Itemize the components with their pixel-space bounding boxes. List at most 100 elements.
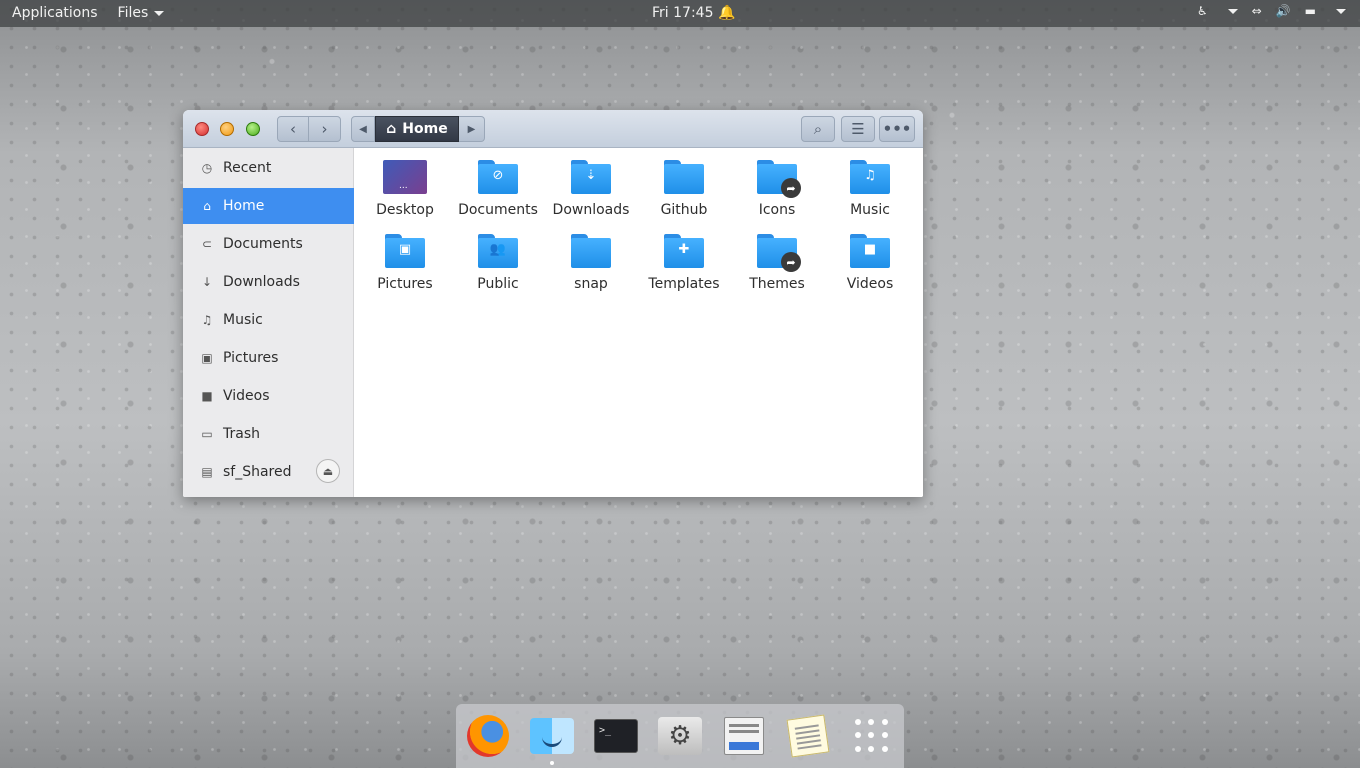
video-icon: ■ — [201, 389, 213, 403]
chevron-right-icon: › — [321, 120, 328, 138]
network-icon[interactable]: ⇔ — [1252, 4, 1262, 18]
dock-item-terminal[interactable]: >_ — [594, 716, 638, 756]
sidebar-item-downloads[interactable]: ↓ Downloads — [183, 264, 354, 300]
clock-icon: ◷ — [201, 161, 213, 175]
header-bar: ‹ › ◀ ⌂ Home ▶ ⌕ ☰ ••• — [183, 110, 923, 148]
sidebar-item-label: Downloads — [223, 274, 300, 290]
templates-folder-icon: ✚ — [664, 234, 704, 268]
sidebar-item-label: sf_Shared — [223, 464, 292, 480]
firefox-icon — [467, 715, 509, 757]
download-icon: ↓ — [201, 275, 213, 289]
minimize-button[interactable] — [220, 122, 234, 136]
pictures-folder-icon: ▣ — [385, 234, 425, 268]
menu-button[interactable]: ••• — [879, 116, 915, 142]
dock-item-notes[interactable] — [786, 714, 830, 758]
sidebar-item-label: Documents — [223, 236, 303, 252]
sidebar-item-home[interactable]: ⌂ Home — [183, 188, 354, 224]
volume-icon[interactable]: 🔊 — [1276, 4, 1291, 18]
file-item-pictures[interactable]: ▣ Pictures — [359, 234, 451, 292]
path-home-button[interactable]: ⌂ Home — [375, 116, 459, 142]
alarm-icon: 🔔 — [717, 5, 736, 21]
videos-folder-icon: ■ — [850, 234, 890, 268]
file-item-documents[interactable]: ⊘ Documents — [452, 160, 544, 218]
sidebar-item-label: Home — [223, 198, 265, 214]
files-app-icon — [530, 718, 574, 754]
folder-icon — [664, 160, 704, 194]
music-icon: ♫ — [201, 313, 213, 327]
symlink-folder-icon: ➦ — [757, 160, 801, 198]
sidebar-item-trash[interactable]: ▭ Trash — [183, 416, 354, 452]
sidebar-item-music[interactable]: ♫ Music — [183, 302, 354, 338]
sidebar-item-label: Pictures — [223, 350, 279, 366]
show-applications-button[interactable] — [850, 716, 894, 756]
maximize-button[interactable] — [246, 122, 260, 136]
sidebar-item-sf-shared[interactable]: ▤ sf_Shared ⏏ — [183, 454, 354, 490]
file-item-templates[interactable]: ✚ Templates — [638, 234, 730, 292]
list-icon: ☰ — [851, 120, 865, 138]
file-item-videos[interactable]: ■ Videos — [824, 234, 916, 292]
sidebar-item-recent[interactable]: ◷ Recent — [183, 150, 354, 186]
search-button[interactable]: ⌕ — [801, 116, 835, 142]
file-item-downloads[interactable]: ⇣ Downloads — [545, 160, 637, 218]
dock-item-firefox[interactable] — [466, 715, 510, 757]
home-icon: ⌂ — [386, 121, 397, 137]
file-item-music[interactable]: ♫ Music — [824, 160, 916, 218]
music-folder-icon: ♫ — [850, 160, 890, 194]
file-item-desktop[interactable]: ... Desktop — [359, 160, 451, 218]
file-label: Pictures — [377, 276, 433, 292]
dock-item-settings[interactable]: ⚙ — [658, 716, 702, 756]
file-label: Desktop — [376, 202, 434, 218]
folder-icon — [571, 234, 611, 268]
applications-menu[interactable]: Applications — [12, 5, 98, 21]
dock-item-files[interactable] — [530, 716, 574, 756]
clock[interactable]: Fri 17:45 🔔 — [652, 5, 735, 21]
paperclip-icon: ⊂ — [201, 237, 213, 251]
file-label: Music — [850, 202, 890, 218]
forward-button[interactable]: › — [309, 116, 341, 142]
file-item-github[interactable]: Github — [638, 160, 730, 218]
accessibility-icon[interactable]: ♿ — [1197, 4, 1208, 18]
dock-item-document-viewer[interactable] — [722, 716, 766, 756]
file-label: Themes — [749, 276, 805, 292]
sidebar-item-label: Trash — [223, 426, 260, 442]
home-icon: ⌂ — [203, 199, 211, 213]
back-button[interactable]: ‹ — [277, 116, 309, 142]
file-label: Templates — [648, 276, 720, 292]
sidebar-item-pictures[interactable]: ▣ Pictures — [183, 340, 354, 376]
eject-icon: ⏏ — [322, 464, 334, 478]
files-app-menu[interactable]: Files — [118, 5, 165, 21]
chevron-down-icon — [154, 10, 165, 16]
file-item-themes[interactable]: ➦ Themes — [731, 234, 823, 292]
top-bar: Applications Files Fri 17:45 🔔 ♿ ⇔ 🔊 ▬ — [0, 0, 1360, 27]
sidebar-item-label: Videos — [223, 388, 270, 404]
file-item-icons[interactable]: ➦ Icons — [731, 160, 823, 218]
sidebar-item-label: Recent — [223, 160, 272, 176]
running-indicator — [550, 761, 554, 765]
clock-label: Fri 17:45 — [652, 5, 714, 21]
symlink-folder-icon: ➦ — [757, 234, 801, 272]
sidebar-item-label: Music — [223, 312, 263, 328]
public-folder-icon: 👥 — [478, 234, 518, 268]
file-label: snap — [574, 276, 608, 292]
close-button[interactable] — [195, 122, 209, 136]
path-scroll-left-button[interactable]: ◀ — [351, 116, 375, 142]
desktop-folder-icon: ... — [383, 160, 427, 194]
file-item-public[interactable]: 👥 Public — [452, 234, 544, 292]
files-app-menu-label: Files — [117, 5, 149, 21]
path-label: Home — [402, 121, 448, 137]
drive-icon: ▤ — [201, 465, 213, 479]
system-menu-chevron-icon[interactable] — [1336, 8, 1346, 14]
view-list-button[interactable]: ☰ — [841, 116, 875, 142]
battery-icon[interactable]: ▬ — [1305, 4, 1316, 18]
file-label: Documents — [458, 202, 538, 218]
triangle-left-icon: ◀ — [359, 123, 367, 135]
eject-button[interactable]: ⏏ — [316, 459, 340, 483]
file-item-snap[interactable]: snap — [545, 234, 637, 292]
terminal-icon: >_ — [594, 719, 638, 753]
sidebar-item-videos[interactable]: ■ Videos — [183, 378, 354, 414]
path-scroll-right-button[interactable]: ▶ — [459, 116, 485, 142]
sidebar-item-documents[interactable]: ⊂ Documents — [183, 226, 354, 262]
app-grid-icon — [855, 719, 889, 753]
file-label: Downloads — [552, 202, 630, 218]
chevron-down-icon[interactable] — [1227, 8, 1238, 14]
